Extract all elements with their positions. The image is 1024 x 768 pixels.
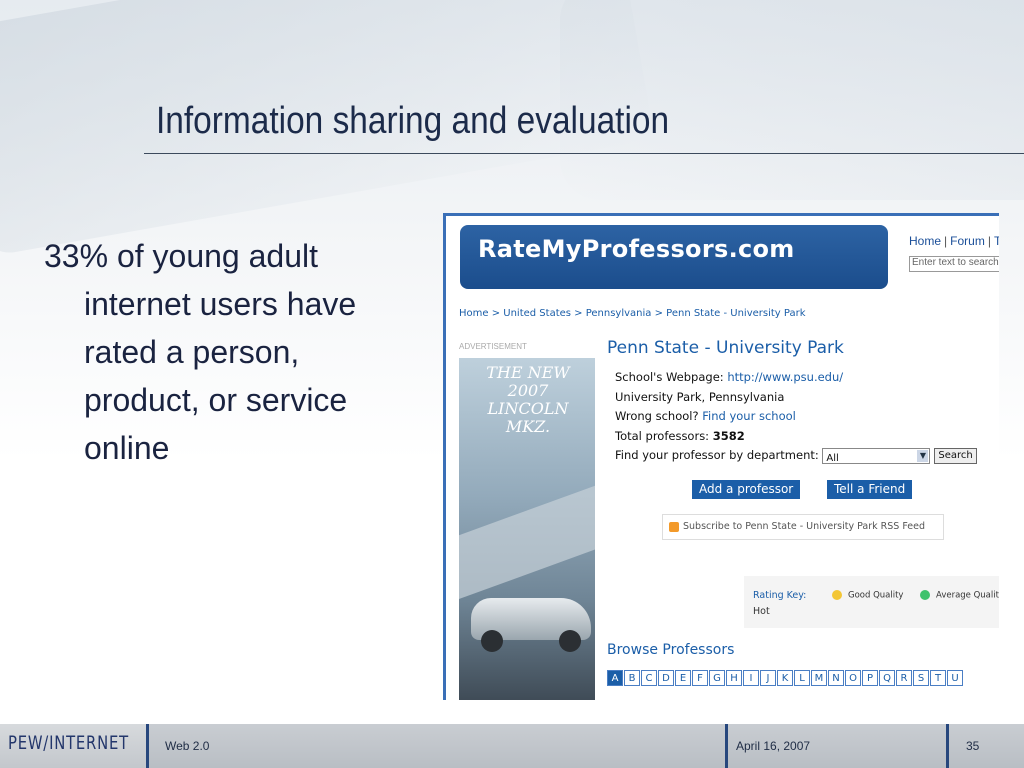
average-quality-key: Average Quality: [920, 590, 999, 601]
nav-forum-link[interactable]: Forum: [950, 234, 985, 248]
lincoln-ad-banner[interactable]: THE NEW 2007 LINCOLN MKZ.: [459, 358, 595, 700]
department-selected: All: [826, 452, 839, 464]
letter-t-link[interactable]: T: [930, 670, 946, 686]
total-professors-value: 3582: [712, 428, 745, 443]
bullet-point: 33% of young adult internet users have r…: [44, 232, 404, 472]
letter-k-link[interactable]: K: [777, 670, 793, 686]
footer-date: April 16, 2007: [736, 739, 811, 753]
letter-h-link[interactable]: H: [726, 670, 742, 686]
school-info: School's Webpage: http://www.psu.edu/ Un…: [615, 368, 977, 466]
pew-internet-logo: PEW/INTERNET: [8, 732, 129, 754]
browse-professors-heading: Browse Professors: [607, 642, 735, 658]
letter-j-link[interactable]: J: [760, 670, 776, 686]
letter-m-link[interactable]: M: [811, 670, 827, 686]
total-professors-label: Total professors:: [615, 428, 710, 443]
letter-g-link[interactable]: G: [709, 670, 725, 686]
title-divider: [144, 153, 1024, 154]
ad-headline: THE NEW 2007 LINCOLN MKZ.: [486, 363, 570, 436]
site-logo: RateMyProfessors.com: [478, 235, 795, 263]
hot-key-label: Hot: [753, 606, 770, 617]
footer-topic: Web 2.0: [165, 739, 210, 753]
average-quality-label: Average Quality: [936, 590, 999, 601]
slide-title: Information sharing and evaluation: [156, 100, 670, 142]
site-logo-banner[interactable]: RateMyProfessors.com: [460, 225, 888, 289]
rss-icon: [669, 521, 679, 532]
ad-road-image: [459, 475, 595, 601]
good-quality-label: Good Quality: [848, 590, 904, 601]
top-nav: Home|Forum|T Enter text to search: [901, 216, 999, 288]
smiley-good-icon: [832, 590, 842, 600]
rss-text: Subscribe to Penn State - University Par…: [683, 521, 925, 532]
ad-car-wheel: [559, 630, 581, 652]
letter-i-link[interactable]: I: [743, 670, 759, 686]
school-location: University Park, Pennsylvania: [615, 389, 785, 404]
nav-more-link[interactable]: T: [994, 234, 999, 248]
letter-o-link[interactable]: O: [845, 670, 861, 686]
ad-label: ADVERTISEMENT: [459, 342, 527, 351]
letter-r-link[interactable]: R: [896, 670, 912, 686]
rating-key-label: Rating Key:: [753, 590, 807, 601]
find-school-link[interactable]: Find your school: [702, 409, 796, 423]
letter-l-link[interactable]: L: [794, 670, 810, 686]
letter-n-link[interactable]: N: [828, 670, 844, 686]
webpage-label: School's Webpage:: [615, 370, 724, 384]
tell-friend-button[interactable]: Tell a Friend: [827, 480, 913, 499]
letter-d-link[interactable]: D: [658, 670, 674, 686]
letter-c-link[interactable]: C: [641, 670, 657, 686]
letter-e-link[interactable]: E: [675, 670, 691, 686]
letter-b-link[interactable]: B: [624, 670, 640, 686]
smiley-average-icon: [920, 590, 930, 600]
slide-footer: PEW/INTERNET Web 2.0 April 16, 2007 35: [0, 724, 1024, 768]
ad-car-wheel: [481, 630, 503, 652]
footer-page-number: 35: [966, 739, 980, 753]
wrong-school-label: Wrong school?: [615, 409, 699, 423]
department-label: Find your professor by department:: [615, 448, 819, 462]
rating-key: Rating Key: Good Quality Average Quality…: [744, 576, 999, 628]
good-quality-key: Good Quality: [832, 590, 903, 601]
school-name-heading: Penn State - University Park: [607, 338, 844, 358]
school-webpage-link[interactable]: http://www.psu.edu/: [727, 370, 843, 384]
letter-a-link[interactable]: A: [607, 670, 623, 686]
add-professor-button[interactable]: Add a professor: [692, 480, 801, 499]
footer-brand-box: PEW/INTERNET: [0, 724, 146, 768]
letter-f-link[interactable]: F: [692, 670, 708, 686]
footer-divider: [725, 724, 728, 768]
footer-divider: [146, 724, 149, 768]
alphabet-nav: ABCDEFGHIJKLMNOPQRSTU: [607, 668, 964, 686]
top-nav-links: Home|Forum|T: [909, 234, 999, 248]
rss-subscribe-link[interactable]: Subscribe to Penn State - University Par…: [662, 514, 944, 540]
letter-u-link[interactable]: U: [947, 670, 963, 686]
letter-s-link[interactable]: S: [913, 670, 929, 686]
nav-home-link[interactable]: Home: [909, 234, 941, 248]
letter-q-link[interactable]: Q: [879, 670, 895, 686]
bullet-text: 33% of young adult internet users have r…: [44, 238, 357, 466]
department-search-button[interactable]: Search: [934, 447, 977, 464]
breadcrumb[interactable]: Home > United States > Pennsylvania > Pe…: [459, 308, 806, 319]
ratemyprofessors-screenshot: RateMyProfessors.com Home|Forum|T Enter …: [443, 213, 999, 700]
chevron-down-icon: ▼: [917, 449, 929, 462]
footer-divider: [946, 724, 949, 768]
letter-p-link[interactable]: P: [862, 670, 878, 686]
site-search-input[interactable]: Enter text to search: [909, 256, 999, 272]
department-select[interactable]: All ▼: [822, 447, 931, 464]
